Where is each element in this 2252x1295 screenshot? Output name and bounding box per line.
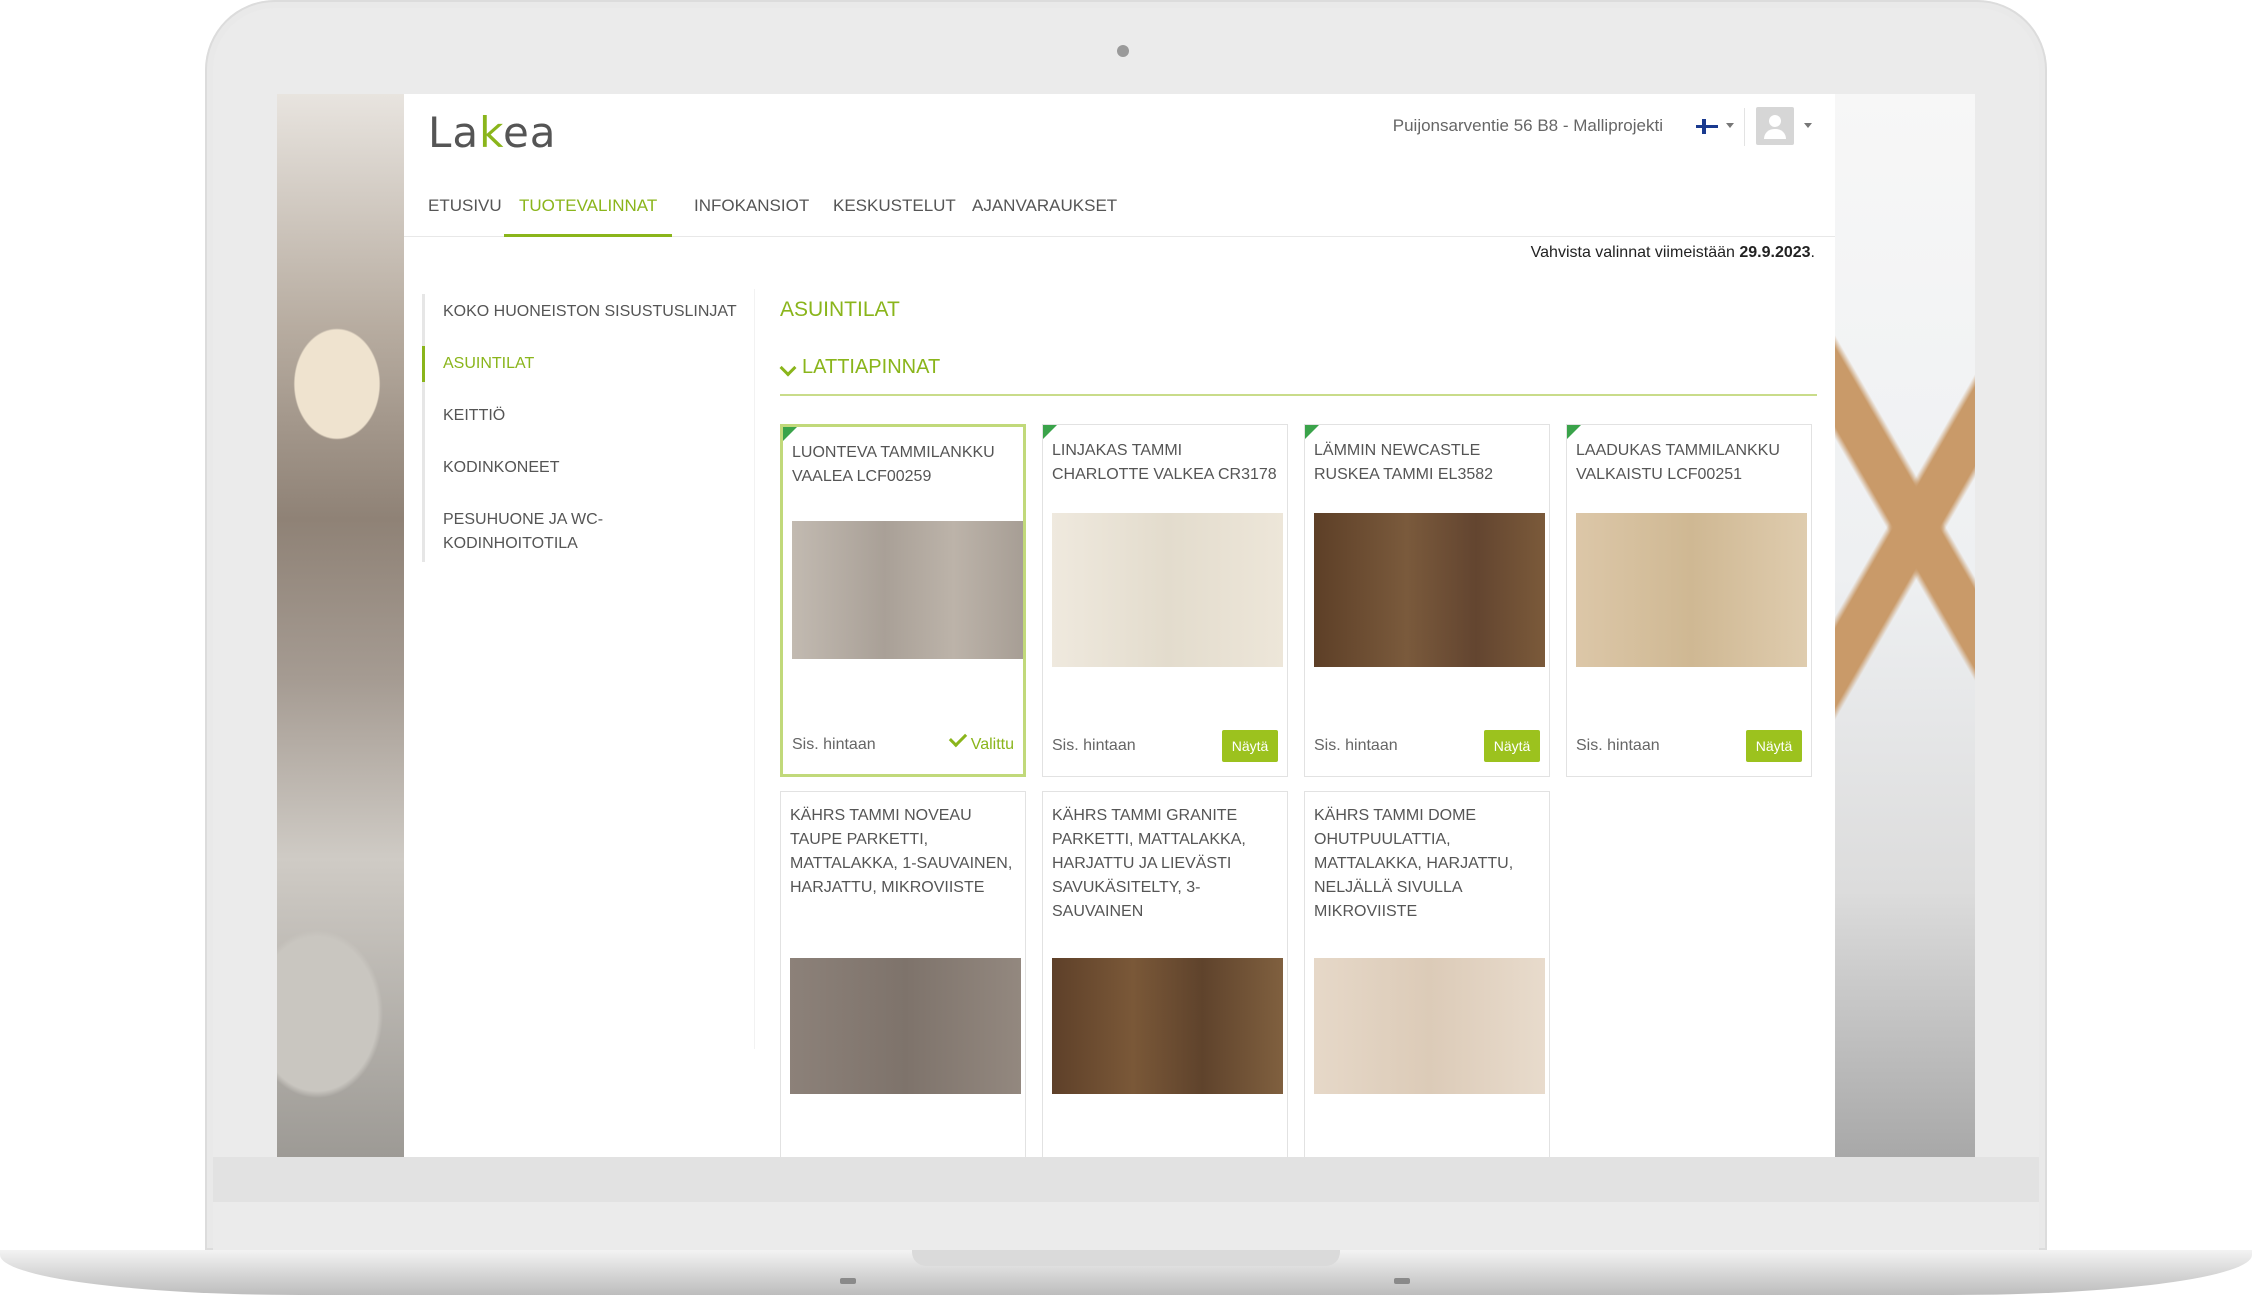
sidebar-divider xyxy=(754,289,755,1049)
nav-tuotevalinnat[interactable]: TUOTEVALINNAT xyxy=(504,186,673,237)
deadline-notice: Vahvista valinnat viimeistään 29.9.2023. xyxy=(1531,244,1815,262)
project-name: Puijonsarventie 56 B8 - Malliprojekti xyxy=(1392,116,1663,135)
deadline-text: Vahvista valinnat viimeistään xyxy=(1530,244,1735,261)
product-swatch xyxy=(790,958,1021,1094)
sidebar-item-sisustuslinjat[interactable]: KOKO HUONEISTON SISUSTUSLINJAT xyxy=(425,294,755,330)
sidebar-item-pesuhuone[interactable]: PESUHUONE JA WC-KODINHOITOTILA xyxy=(425,502,659,562)
camera-icon xyxy=(1117,45,1129,57)
header-divider xyxy=(1744,108,1745,146)
product-card[interactable]: LUONTEVA TAMMILANKKU VAALEA LCF00259 Sis… xyxy=(780,424,1026,777)
product-price: Sis. hintaan xyxy=(1576,737,1660,754)
category-sidebar: KOKO HUONEISTON SISUSTUSLINJAT ASUINTILA… xyxy=(422,294,755,562)
product-card[interactable]: LÄMMIN NEWCASTLE RUSKEA TAMMI EL3582 Sis… xyxy=(1304,424,1550,777)
show-button[interactable]: Näytä xyxy=(1222,730,1278,762)
nav-etusivu[interactable]: ETUSIVU xyxy=(428,186,502,234)
background-photo-right xyxy=(1835,94,1975,1157)
new-corner-badge xyxy=(1043,425,1057,439)
show-button[interactable]: Näytä xyxy=(1484,730,1540,762)
nav-infokansiot[interactable]: INFOKANSIOT xyxy=(694,186,809,234)
new-corner-badge xyxy=(1305,425,1319,439)
user-avatar-icon[interactable] xyxy=(1756,107,1794,145)
deadline-date: 29.9.2023 xyxy=(1739,244,1811,261)
product-card[interactable]: KÄHRS TAMMI DOME OHUTPUULATTIA, MATTALAK… xyxy=(1304,791,1550,1157)
product-card[interactable]: LINJAKAS TAMMI CHARLOTTE VALKEA CR3178 S… xyxy=(1042,424,1288,777)
screen-bezel xyxy=(213,1157,2039,1202)
product-price: Sis. hintaan xyxy=(792,736,876,753)
product-title: KÄHRS TAMMI DOME OHUTPUULATTIA, MATTALAK… xyxy=(1314,807,1514,920)
product-card[interactable]: KÄHRS TAMMI NOVEAU TAUPE PARKETTI, MATTA… xyxy=(780,791,1026,1157)
selected-label: Valittu xyxy=(970,736,1014,753)
app-window: Lakea Puijonsarventie 56 B8 - Malliproje… xyxy=(404,94,1835,1157)
sidebar-item-kodinkoneet[interactable]: KODINKONEET xyxy=(425,450,755,486)
laptop-foot xyxy=(840,1278,856,1284)
section-title: ASUINTILAT xyxy=(780,298,900,321)
product-title: KÄHRS TAMMI GRANITE PARKETTI, MATTALAKKA… xyxy=(1052,807,1246,920)
lakea-logo[interactable]: Lakea xyxy=(428,108,557,157)
sidebar-item-asuintilat[interactable]: ASUINTILAT xyxy=(422,346,755,382)
product-card[interactable]: KÄHRS TAMMI GRANITE PARKETTI, MATTALAKKA… xyxy=(1042,791,1288,1157)
product-swatch xyxy=(1052,513,1283,667)
check-icon xyxy=(948,728,967,748)
show-button[interactable]: Näytä xyxy=(1746,730,1802,762)
product-title: KÄHRS TAMMI NOVEAU TAUPE PARKETTI, MATTA… xyxy=(790,807,1013,896)
product-swatch xyxy=(792,521,1023,659)
product-title: LAADUKAS TAMMILANKKU VALKAISTU LCF00251 xyxy=(1576,442,1780,483)
main-nav: ETUSIVU TUOTEVALINNAT INFOKANSIOT KESKUS… xyxy=(404,186,1835,237)
product-swatch xyxy=(1052,958,1283,1094)
chevron-down-icon[interactable] xyxy=(1804,123,1812,128)
new-corner-badge xyxy=(783,427,797,441)
background-photo-left xyxy=(277,94,404,1157)
laptop-foot xyxy=(1394,1278,1410,1284)
product-title: LUONTEVA TAMMILANKKU VAALEA LCF00259 xyxy=(792,444,995,485)
screen: Lakea Puijonsarventie 56 B8 - Malliproje… xyxy=(277,94,1975,1157)
sidebar-item-keittio[interactable]: KEITTIÖ xyxy=(425,398,755,434)
product-swatch xyxy=(1576,513,1807,667)
chevron-down-icon xyxy=(779,359,797,377)
product-price: Sis. hintaan xyxy=(1052,737,1136,754)
product-swatch xyxy=(1314,958,1545,1094)
nav-keskustelut[interactable]: KESKUSTELUT xyxy=(833,186,956,234)
new-corner-badge xyxy=(1567,425,1581,439)
deadline-suffix: . xyxy=(1810,244,1815,261)
product-swatch xyxy=(1314,513,1545,667)
subsection-toggle[interactable]: LATTIAPINNAT xyxy=(779,356,1817,396)
product-title: LINJAKAS TAMMI CHARLOTTE VALKEA CR3178 xyxy=(1052,442,1277,483)
product-card[interactable]: LAADUKAS TAMMILANKKU VALKAISTU LCF00251 … xyxy=(1566,424,1812,777)
nav-ajanvaraukset[interactable]: AJANVARAUKSET xyxy=(972,186,1117,234)
chevron-down-icon[interactable] xyxy=(1726,123,1734,128)
subsection-title: LATTIAPINNAT xyxy=(802,356,941,378)
laptop-notch xyxy=(912,1250,1340,1266)
selected-indicator: Valittu xyxy=(948,728,1014,754)
finnish-flag-icon[interactable] xyxy=(1696,119,1718,134)
product-price: Sis. hintaan xyxy=(1314,737,1398,754)
product-title: LÄMMIN NEWCASTLE RUSKEA TAMMI EL3582 xyxy=(1314,442,1494,483)
